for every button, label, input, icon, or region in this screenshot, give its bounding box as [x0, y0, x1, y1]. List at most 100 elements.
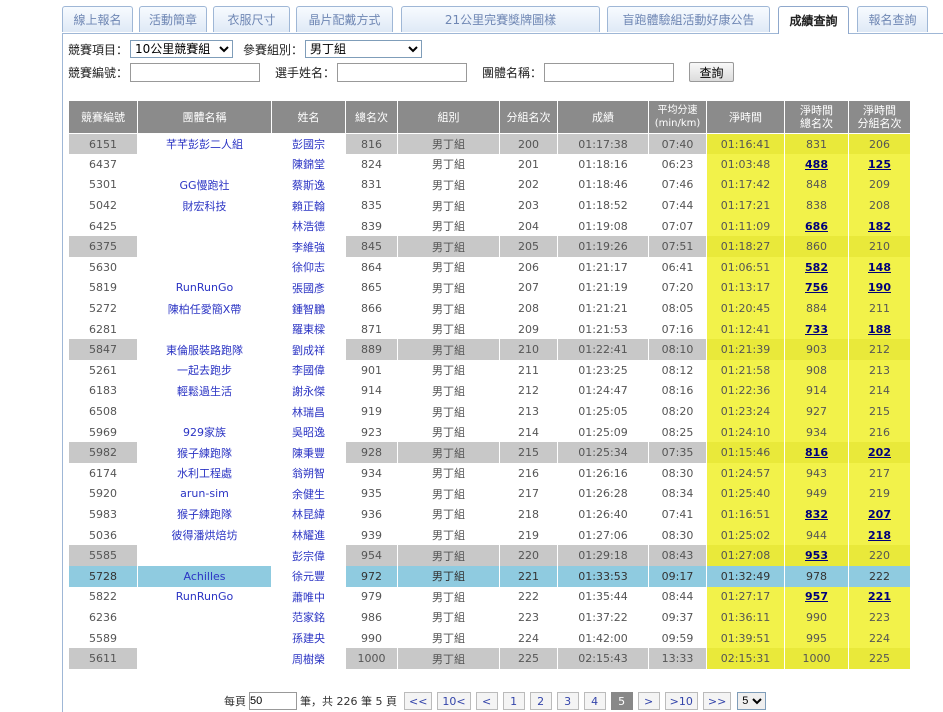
runner-name-input[interactable]: [337, 62, 468, 82]
net-overall-rank-link[interactable]: 733: [805, 323, 828, 336]
group-cell: 男丁組: [397, 154, 500, 175]
bib-cell: 5036: [68, 524, 138, 546]
team-cell: [137, 627, 272, 649]
table-row: 6281 羅東樑 871 男丁組 209 01:21:53 07:16 01:12:41 733…: [68, 318, 911, 340]
header-group-rank[interactable]: 分組名次: [499, 100, 558, 134]
team-cell: 陳柏任愛簡X帶: [137, 298, 272, 319]
net-group-rank-link[interactable]: 190: [868, 281, 891, 294]
page-button[interactable]: 2: [529, 692, 552, 710]
net-group-rank-link[interactable]: 207: [868, 508, 891, 521]
overall-rank-cell: 864: [345, 257, 398, 278]
header-group[interactable]: 組別: [397, 100, 500, 134]
group-rank-cell: 217: [499, 483, 558, 505]
net-group-rank-link[interactable]: 202: [868, 446, 891, 459]
name-cell: 吳昭逸: [271, 421, 346, 443]
group-select[interactable]: 男丁組: [305, 40, 423, 58]
page-button[interactable]: 4: [583, 692, 606, 710]
header-name[interactable]: 姓名: [271, 100, 346, 134]
header-team[interactable]: 團體名稱: [137, 100, 272, 134]
net-group-rank-cell: 210: [848, 236, 911, 258]
page-select[interactable]: 5: [737, 692, 767, 710]
name-cell: 林浩德: [271, 215, 346, 237]
group-rank-cell: 211: [499, 360, 558, 381]
net-group-rank-cell: 224: [848, 627, 911, 649]
net-time-cell: 01:13:17: [706, 277, 785, 299]
table-row: 5042 財宏科技 賴正翰 835 男丁組 203 01:18:52 07:44 01:17:2…: [68, 195, 911, 216]
bib-cell: 5728: [68, 565, 138, 587]
team-cell: [137, 401, 272, 422]
pace-cell: 09:59: [648, 627, 707, 649]
net-group-rank-link[interactable]: 221: [868, 590, 891, 603]
table-row: 5589 孫建央 990 男丁組 224 01:42:00 09:59 01:39:51 995…: [68, 627, 911, 649]
tab-event-brochure[interactable]: 活動簡章: [139, 6, 207, 32]
page-button[interactable]: >>: [702, 692, 732, 710]
event-select[interactable]: 10公里競賽組: [130, 40, 234, 58]
pager: 每頁 筆，共 226 筆 5 頁 <<10<<12345>>10>> 5: [224, 692, 767, 710]
page-button[interactable]: 10<: [437, 692, 471, 710]
team-cell: 東倫服裝路跑隊: [137, 339, 272, 361]
net-overall-rank-link[interactable]: 816: [805, 446, 828, 459]
tab-chip-wearing[interactable]: 晶片配戴方式: [296, 6, 393, 32]
page-button[interactable]: <: [475, 692, 498, 710]
tab-clothing-size[interactable]: 衣服尺寸: [213, 6, 290, 32]
tab-results[interactable]: 成績查詢: [778, 6, 849, 34]
net-group-rank-link[interactable]: 148: [868, 261, 891, 274]
result-cell: 01:26:28: [557, 483, 649, 505]
net-group-rank-link[interactable]: 182: [868, 220, 891, 233]
page-button[interactable]: 5: [610, 692, 633, 710]
group-cell: 男丁組: [397, 339, 500, 361]
net-group-rank-cell: 209: [848, 174, 911, 196]
header-overall-rank[interactable]: 總名次: [345, 100, 398, 134]
page-button[interactable]: >: [637, 692, 660, 710]
per-page-input[interactable]: [249, 692, 297, 710]
team-cell: 財宏科技: [137, 195, 272, 216]
header-net-overall-rank[interactable]: 淨時間 總名次: [784, 100, 849, 134]
bib-input[interactable]: [130, 62, 261, 82]
tab-registration-query[interactable]: 報名查詢: [857, 6, 928, 32]
net-group-rank-link[interactable]: 218: [868, 529, 891, 542]
pace-cell: 09:37: [648, 607, 707, 628]
group-cell: 男丁組: [397, 360, 500, 381]
query-button[interactable]: 查詢: [689, 62, 735, 82]
name-cell: 蕭唯中: [271, 586, 346, 608]
page-button[interactable]: >10: [664, 692, 698, 710]
net-overall-rank-link[interactable]: 488: [805, 158, 828, 171]
name-cell: 張國彥: [271, 277, 346, 299]
net-group-rank-link[interactable]: 125: [868, 158, 891, 171]
page-button[interactable]: 3: [556, 692, 579, 710]
overall-rank-cell: 923: [345, 421, 398, 443]
header-net-group-rank[interactable]: 淨時間 分組名次: [848, 100, 911, 134]
net-group-rank-cell: 216: [848, 421, 911, 443]
filter-row-2: 競賽編號： 選手姓名： 團體名稱： 查詢: [68, 62, 735, 82]
bib-cell: 5042: [68, 195, 138, 216]
result-cell: 01:21:19: [557, 277, 649, 299]
net-overall-rank-link[interactable]: 957: [805, 590, 828, 603]
tab-blind-run-notice[interactable]: 盲跑體驗組活動好康公告: [607, 6, 770, 32]
name-cell: 林耀進: [271, 524, 346, 546]
net-overall-rank-link[interactable]: 832: [805, 508, 828, 521]
group-rank-cell: 207: [499, 277, 558, 299]
net-overall-rank-cell: 957: [784, 586, 849, 608]
net-overall-rank-link[interactable]: 756: [805, 281, 828, 294]
group-cell: 男丁組: [397, 380, 500, 402]
net-overall-rank-link[interactable]: 582: [805, 261, 828, 274]
team-input[interactable]: [544, 62, 675, 82]
group-label: 參賽組別：: [243, 42, 304, 57]
header-bib[interactable]: 競賽編號: [68, 100, 138, 134]
header-net-time[interactable]: 淨時間: [706, 100, 785, 134]
table-row: 5983 猴子練跑隊 林昆緯 936 男丁組 218 01:26:40 07:41 01:16:…: [68, 504, 911, 525]
net-time-cell: 01:27:08: [706, 545, 785, 566]
table-body: 6151 芊芊彭彭二人組 彭國宗 816 男丁組 200 01:17:38 07:40 01:1…: [68, 133, 911, 669]
page-button[interactable]: 1: [502, 692, 525, 710]
header-pace[interactable]: 平均分速 (min/km): [648, 100, 707, 134]
page-button[interactable]: <<: [403, 692, 433, 710]
net-overall-rank-link[interactable]: 953: [805, 549, 828, 562]
tab-finisher-medal[interactable]: 21公里完賽獎牌圖樣: [401, 6, 600, 32]
table-row: 5920 arun-sim 余健生 935 男丁組 217 01:26:28 08:34 01:…: [68, 483, 911, 505]
net-overall-rank-link[interactable]: 686: [805, 220, 828, 233]
net-group-rank-link[interactable]: 188: [868, 323, 891, 336]
header-result[interactable]: 成績: [557, 100, 649, 134]
net-group-rank-cell: 223: [848, 607, 911, 628]
net-group-rank-cell: 222: [848, 565, 911, 587]
tab-online-registration[interactable]: 線上報名: [62, 6, 133, 32]
